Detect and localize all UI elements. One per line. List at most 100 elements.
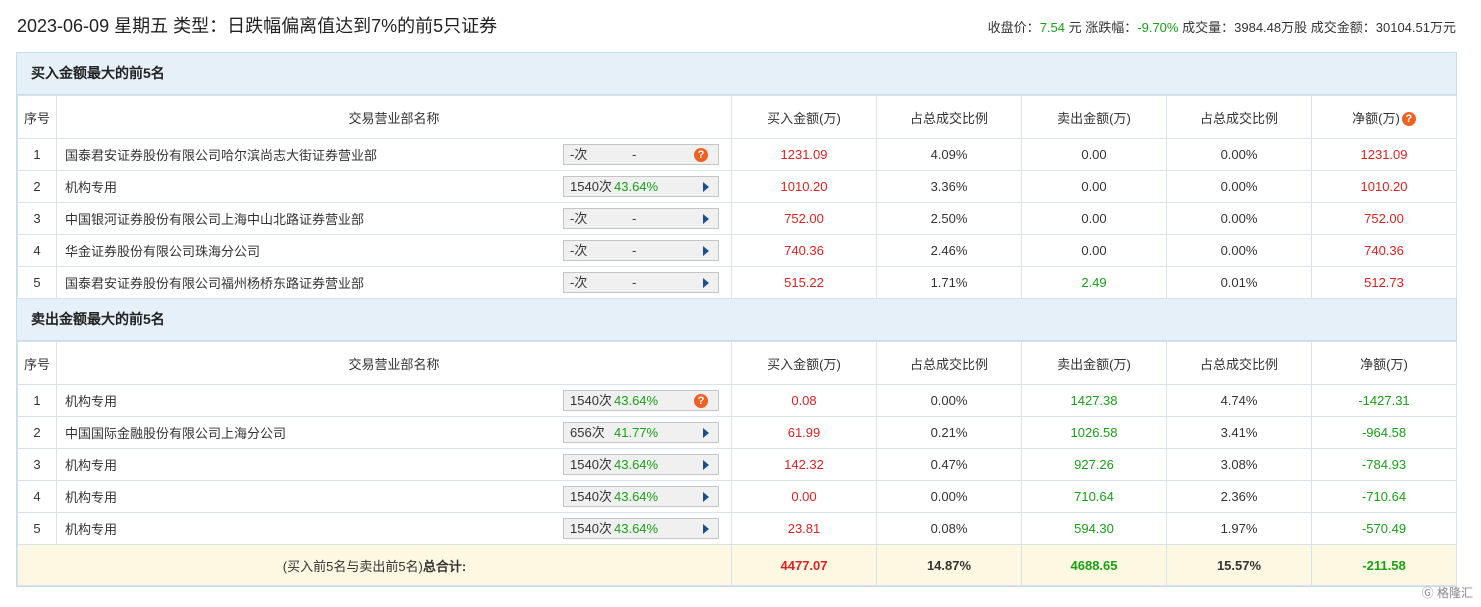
total-sell-pct: 15.57%: [1166, 544, 1312, 586]
buy-pct: 1.71%: [876, 266, 1022, 299]
branch-count-chip[interactable]: 1540次 43.64%: [563, 176, 719, 197]
buy-pct: 0.47%: [876, 448, 1022, 481]
play-arrow-icon[interactable]: [703, 428, 709, 438]
buy-amount: 0.00: [731, 480, 877, 513]
branch-cell: 中国国际金融股份有限公司上海分公司 656次 41.77%: [56, 416, 732, 449]
buy-pct: 2.50%: [876, 202, 1022, 235]
net-amount: -1427.31: [1311, 384, 1457, 417]
buy-pct: 0.00%: [876, 384, 1022, 417]
branch-count-chip[interactable]: -次 -: [563, 240, 719, 261]
close-unit: 元: [1068, 20, 1082, 35]
trade-count-pct: 43.64%: [614, 393, 659, 408]
net-amount: 752.00: [1311, 202, 1457, 235]
branch-name-link[interactable]: 机构专用: [65, 391, 117, 410]
buy-row: 1 国泰君安证券股份有限公司哈尔滨尚志大街证券营业部 -次 -? 1231.09 4.09…: [17, 138, 1457, 171]
row-seq: 2: [17, 170, 57, 203]
branch-name-link[interactable]: 机构专用: [65, 177, 117, 196]
volume-value: 3984.48万股: [1234, 20, 1308, 35]
col-name: 交易营业部名称: [56, 341, 732, 385]
net-amount: 740.36: [1311, 234, 1457, 267]
col-seq: 序号: [17, 341, 57, 385]
buy-amount: 1010.20: [731, 170, 877, 203]
col-sell-pct: 占总成交比例: [1166, 341, 1312, 385]
amount-label: 成交金额：: [1310, 20, 1376, 35]
sell-pct: 3.41%: [1166, 416, 1312, 449]
branch-name-link[interactable]: 机构专用: [65, 487, 117, 506]
help-icon[interactable]: ?: [694, 394, 708, 408]
play-arrow-icon[interactable]: [703, 278, 709, 288]
amount-value: 30104.51万元: [1375, 20, 1456, 35]
sell-pct: 2.36%: [1166, 480, 1312, 513]
col-buy-pct: 占总成交比例: [876, 95, 1022, 139]
sell-row: 5 机构专用 1540次 43.64% 23.81 0.08% 594.30 1.97% -57…: [17, 512, 1457, 545]
trade-count: 1540次: [570, 179, 612, 194]
col-sell: 卖出金额(万): [1021, 95, 1167, 139]
buy-header-row: 序号 交易营业部名称 买入金额(万) 占总成交比例 卖出金额(万) 占总成交比例…: [17, 95, 1457, 139]
sell-section-title: 卖出金额最大的前5名: [17, 299, 1456, 341]
branch-name-link[interactable]: 中国银河证券股份有限公司上海中山北路证券营业部: [65, 209, 364, 228]
branch-count-chip[interactable]: -次 -: [563, 208, 719, 229]
help-icon[interactable]: ?: [1401, 111, 1416, 126]
branch-cell: 机构专用 1540次 43.64%: [56, 448, 732, 481]
weekday: 星期五: [114, 16, 169, 36]
trade-count-pct: -: [632, 275, 637, 290]
change-label: 涨跌幅：: [1085, 20, 1138, 35]
trade-count-pct: 43.64%: [614, 489, 659, 504]
play-arrow-icon[interactable]: [703, 492, 709, 502]
sell-amount: 0.00: [1021, 138, 1167, 171]
buy-pct: 4.09%: [876, 138, 1022, 171]
row-seq: 1: [17, 138, 57, 171]
col-buy: 买入金额(万): [731, 95, 877, 139]
branch-name-link[interactable]: 华金证券股份有限公司珠海分公司: [65, 241, 260, 260]
net-amount: 1010.20: [1311, 170, 1457, 203]
branch-count-chip[interactable]: 1540次 43.64%: [563, 518, 719, 539]
total-sell: 4688.65: [1021, 544, 1167, 586]
branch-count-chip[interactable]: -次 -?: [563, 144, 719, 165]
col-sell-pct: 占总成交比例: [1166, 95, 1312, 139]
branch-cell: 机构专用 1540次 43.64%: [56, 512, 732, 545]
sell-pct: 3.08%: [1166, 448, 1312, 481]
branch-count-chip[interactable]: 656次 41.77%: [563, 422, 719, 443]
trade-count: -次: [570, 275, 588, 290]
buy-row: 4 华金证券股份有限公司珠海分公司 -次 -740.36 2.46% 0.00 0.00% 7…: [17, 234, 1457, 267]
sell-amount: 0.00: [1021, 234, 1167, 267]
col-buy-pct: 占总成交比例: [876, 341, 1022, 385]
play-arrow-icon[interactable]: [703, 460, 709, 470]
branch-name-link[interactable]: 机构专用: [65, 455, 117, 474]
branch-count-chip[interactable]: 1540次 43.64%?: [563, 390, 719, 411]
buy-amount: 61.99: [731, 416, 877, 449]
buy-row: 2 机构专用 1540次 43.64% 1010.20 3.36% 0.00 0.00% 101…: [17, 170, 1457, 203]
branch-count-chip[interactable]: 1540次 43.64%: [563, 486, 719, 507]
play-arrow-icon[interactable]: [703, 214, 709, 224]
sell-amount: 927.26: [1021, 448, 1167, 481]
sell-amount: 2.49: [1021, 266, 1167, 299]
sell-amount: 1427.38: [1021, 384, 1167, 417]
trade-count-pct: 43.64%: [614, 457, 659, 472]
net-amount: -964.58: [1311, 416, 1457, 449]
buy-table: 序号 交易营业部名称 买入金额(万) 占总成交比例 卖出金额(万) 占总成交比例…: [17, 95, 1457, 299]
buy-pct: 3.36%: [876, 170, 1022, 203]
play-arrow-icon[interactable]: [703, 246, 709, 256]
branch-name-link[interactable]: 中国国际金融股份有限公司上海分公司: [65, 423, 286, 442]
branch-count-chip[interactable]: -次 -: [563, 272, 719, 293]
top-bar: 2023-06-09 星期五 类型：日跌幅偏离值达到7%的前5只证券 收盘价：7…: [0, 0, 1481, 50]
sell-amount: 0.00: [1021, 202, 1167, 235]
buy-pct: 2.46%: [876, 234, 1022, 267]
branch-name-link[interactable]: 国泰君安证券股份有限公司福州杨桥东路证券营业部: [65, 273, 364, 292]
sell-amount: 1026.58: [1021, 416, 1167, 449]
sell-pct: 4.74%: [1166, 384, 1312, 417]
trade-count: 1540次: [570, 393, 612, 408]
branch-count-chip[interactable]: 1540次 43.64%: [563, 454, 719, 475]
play-arrow-icon[interactable]: [703, 182, 709, 192]
sell-amount: 0.00: [1021, 170, 1167, 203]
branch-name-link[interactable]: 机构专用: [65, 519, 117, 538]
total-buy: 4477.07: [731, 544, 877, 586]
sell-table: 序号 交易营业部名称 买入金额(万) 占总成交比例 卖出金额(万) 占总成交比例…: [17, 341, 1457, 586]
sell-pct: 0.00%: [1166, 170, 1312, 203]
play-arrow-icon[interactable]: [703, 524, 709, 534]
help-icon[interactable]: ?: [694, 148, 708, 162]
branch-name-link[interactable]: 国泰君安证券股份有限公司哈尔滨尚志大街证券营业部: [65, 145, 377, 164]
buy-amount: 752.00: [731, 202, 877, 235]
col-sell: 卖出金额(万): [1021, 341, 1167, 385]
branch-cell: 华金证券股份有限公司珠海分公司 -次 -: [56, 234, 732, 267]
